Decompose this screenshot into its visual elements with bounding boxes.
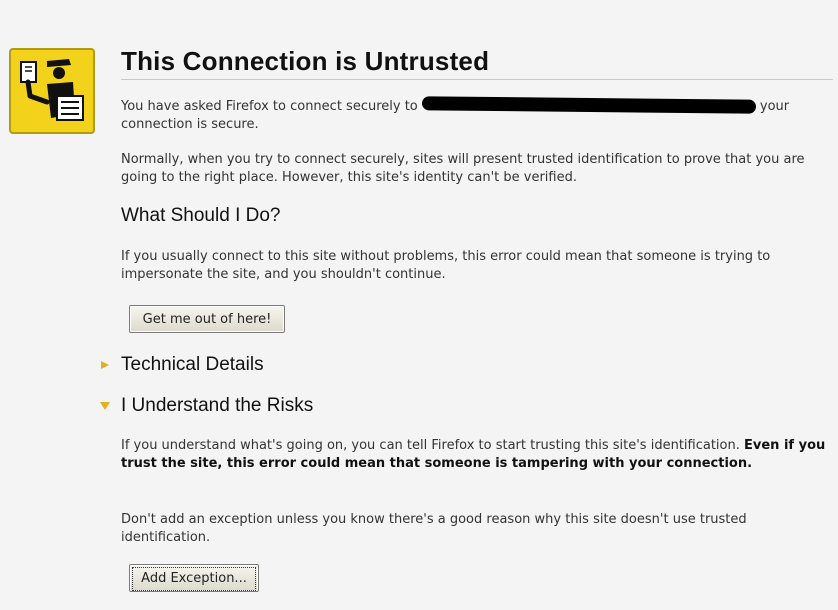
what-should-i-do-heading: What Should I Do? <box>121 205 281 226</box>
triangle-right-icon <box>101 361 109 369</box>
officer-checkpoint-glyph <box>20 59 84 121</box>
officer-checkpoint-icon <box>9 48 95 134</box>
what-should-i-do-text: If you usually connect to this site with… <box>121 249 771 282</box>
title-divider <box>121 79 833 80</box>
understand-risks-expander[interactable]: I Understand the Risks <box>100 395 313 417</box>
normally-paragraph: Normally, when you try to connect secure… <box>121 152 805 185</box>
intro-text-before: You have asked Firefox to connect secure… <box>121 99 418 114</box>
understand-risks-label: I Understand the Risks <box>121 395 314 416</box>
risks-text: If you understand what's going on, you c… <box>121 438 740 453</box>
technical-details-expander[interactable]: Technical Details <box>100 354 264 376</box>
risks-paragraph: If you understand what's going on, you c… <box>121 437 833 473</box>
page-title: This Connection is Untrusted <box>121 46 490 76</box>
get-me-out-button[interactable]: Get me out of here! <box>129 305 285 333</box>
add-exception-label: Add Exception... <box>132 567 256 591</box>
intro-paragraph: You have asked Firefox to connect secure… <box>121 96 821 134</box>
triangle-down-icon <box>100 402 110 410</box>
technical-details-label: Technical Details <box>121 354 264 375</box>
exception-advice-text: Don't add an exception unless you know t… <box>121 512 747 545</box>
redacted-site-address <box>421 96 756 114</box>
add-exception-button[interactable]: Add Exception... <box>129 564 259 592</box>
